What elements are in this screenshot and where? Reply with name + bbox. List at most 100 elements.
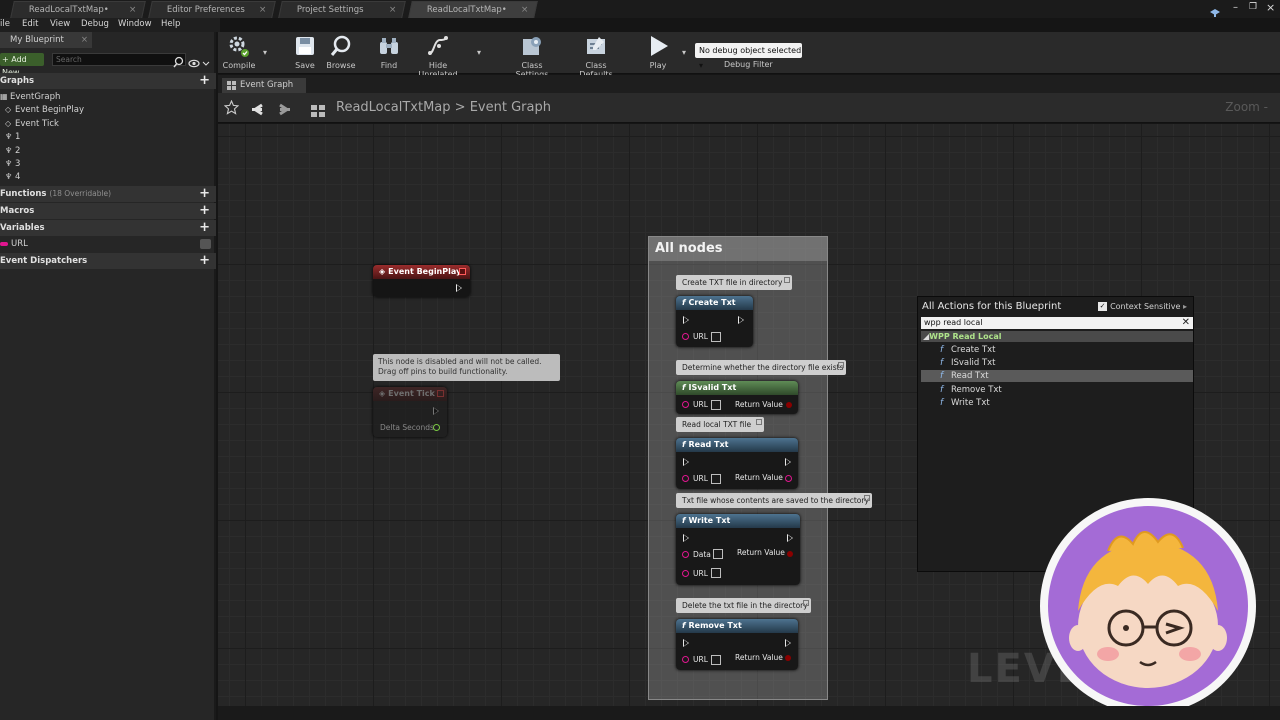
checkbox-checked-icon[interactable]: ✓ <box>1098 302 1108 311</box>
bool-output-pin[interactable] <box>785 655 791 661</box>
eye-icon[interactable] <box>188 54 210 68</box>
bool-output-pin[interactable] <box>787 551 793 557</box>
url-value-field[interactable] <box>711 655 721 665</box>
play-button[interactable]: Play <box>642 34 674 70</box>
functions-section-header[interactable]: Functions (18 Overridable) + <box>0 186 216 202</box>
read-txt-node[interactable]: f Read Txt URL Return Value <box>676 438 798 489</box>
url-value-field[interactable] <box>711 474 721 484</box>
url-input-pin[interactable] <box>682 333 689 340</box>
compile-button[interactable]: Compile <box>222 34 256 70</box>
back-arrow-icon[interactable] <box>251 101 263 116</box>
tree-item-comment-2[interactable]: ♆ 2 <box>5 146 20 156</box>
menu-view[interactable]: View <box>50 19 70 29</box>
string-output-pin[interactable] <box>785 475 792 482</box>
my-blueprint-tab[interactable]: My Blueprint × <box>0 32 92 48</box>
menu-debug[interactable]: Debug <box>81 19 109 29</box>
maximize-icon[interactable]: ❐ <box>1249 2 1257 12</box>
tree-item-begin-play[interactable]: ◇ Event BeginPlay <box>5 105 84 115</box>
url-value-field[interactable] <box>711 400 721 410</box>
tree-item-eventgraph[interactable]: ▦ EventGraph <box>0 92 60 102</box>
context-sensitive-toggle[interactable]: ✓ Context Sensitive ▸ <box>1098 302 1187 311</box>
search-input[interactable]: Search <box>52 53 186 66</box>
add-graph-icon[interactable]: + <box>199 73 210 89</box>
action-isvalid-txt[interactable]: f ISvalid Txt <box>921 357 1193 369</box>
clear-search-icon[interactable]: ✕ <box>1182 317 1190 328</box>
action-create-txt[interactable]: f Create Txt <box>921 344 1193 356</box>
menu-window[interactable]: Window <box>118 19 152 29</box>
exec-input-pin[interactable] <box>683 316 689 324</box>
play-options-chevron-icon[interactable]: ▾ <box>682 48 686 57</box>
category-wpp-read-local[interactable]: ◢WPP Read Local <box>921 331 1193 342</box>
action-write-txt[interactable]: f Write Txt <box>921 397 1193 409</box>
exec-output-pin[interactable] <box>738 316 744 324</box>
actions-search-input[interactable]: wpp read local ✕ <box>921 317 1193 329</box>
all-nodes-comment-box[interactable]: All nodes Create TXT file in directory f… <box>648 236 872 700</box>
close-icon[interactable]: × <box>129 2 137 18</box>
add-new-button[interactable]: + Add New <box>0 53 44 77</box>
variables-section-header[interactable]: Variables + <box>0 220 216 236</box>
exec-output-pin[interactable] <box>785 639 791 647</box>
exec-output-pin[interactable] <box>456 284 462 292</box>
bool-output-pin[interactable] <box>786 402 792 408</box>
add-variable-icon[interactable]: + <box>199 220 210 236</box>
graphs-section-header[interactable]: Graphs + <box>0 73 216 89</box>
isvalid-txt-node[interactable]: f ISvalid Txt URL Return Value <box>676 381 798 414</box>
menu-help[interactable]: Help <box>161 19 180 29</box>
exec-input-pin[interactable] <box>683 639 689 647</box>
delegate-pin-icon[interactable] <box>459 268 466 275</box>
remove-txt-node[interactable]: f Remove Txt URL Return Value <box>676 619 798 670</box>
data-input-pin[interactable] <box>682 551 689 558</box>
doc-tab-readlocaltxtmap-active[interactable]: ReadLocalTxtMap• × <box>408 1 538 18</box>
url-input-pin[interactable] <box>682 656 689 663</box>
save-button[interactable]: Save <box>292 34 318 70</box>
eye-toggle-icon[interactable] <box>200 239 211 249</box>
breadcrumb-root[interactable]: ReadLocalTxtMap <box>336 100 451 115</box>
url-value-field[interactable] <box>711 568 721 578</box>
tree-item-comment-1[interactable]: ♆ 1 <box>5 132 20 142</box>
close-icon[interactable]: × <box>259 2 267 18</box>
doc-tab-editor-preferences[interactable]: Editor Preferences × <box>148 1 276 18</box>
create-txt-node[interactable]: f Create Txt URL <box>676 296 753 347</box>
favorite-star-icon[interactable] <box>223 99 240 115</box>
tree-item-comment-4[interactable]: ♆ 4 <box>5 172 20 182</box>
tree-item-comment-3[interactable]: ♆ 3 <box>5 159 20 169</box>
float-pin[interactable] <box>433 424 440 431</box>
comment-title[interactable]: All nodes <box>649 237 827 261</box>
close-icon[interactable]: × <box>521 2 529 18</box>
compile-options-chevron-icon[interactable]: ▾ <box>263 48 267 57</box>
forward-arrow-icon[interactable] <box>279 101 291 116</box>
close-window-icon[interactable]: × <box>1266 1 1275 14</box>
data-value-field[interactable] <box>713 549 723 559</box>
add-macro-icon[interactable]: + <box>199 203 210 219</box>
exec-output-pin[interactable] <box>787 534 793 542</box>
event-beginplay-node[interactable]: ◈ Event BeginPlay <box>373 265 470 297</box>
class-defaults-button[interactable]: Class Defaults <box>568 34 624 79</box>
action-read-txt[interactable]: f Read Txt <box>921 370 1193 382</box>
dispatchers-section-header[interactable]: Event Dispatchers + <box>0 253 216 269</box>
variable-url[interactable]: URL <box>0 239 28 249</box>
action-remove-txt[interactable]: f Remove Txt <box>921 384 1193 396</box>
hide-unrelated-chevron-icon[interactable]: ▾ <box>477 48 481 57</box>
tree-item-event-tick[interactable]: ◇ Event Tick <box>5 119 59 129</box>
write-txt-node[interactable]: f Write Txt Data Return Value URL <box>676 514 800 585</box>
event-tick-node[interactable]: ◈ Event Tick Delta Seconds <box>373 387 447 437</box>
url-value-field[interactable] <box>711 332 721 342</box>
url-input-pin[interactable] <box>682 570 689 577</box>
doc-tab-readlocaltxtmap[interactable]: ReadLocalTxtMap• × <box>10 1 146 18</box>
add-function-icon[interactable]: + <box>199 186 210 202</box>
search-icon[interactable] <box>173 53 185 68</box>
class-settings-button[interactable]: Class Settings <box>504 34 560 79</box>
debug-object-select[interactable]: No debug object selected ▾ <box>695 43 802 70</box>
hide-unrelated-button[interactable]: Hide Unrelated <box>410 34 466 79</box>
tab-event-graph[interactable]: Event Graph <box>222 78 306 93</box>
exec-output-pin[interactable] <box>433 407 439 415</box>
delegate-pin-icon[interactable] <box>437 390 444 397</box>
doc-tab-project-settings[interactable]: Project Settings × <box>278 1 406 18</box>
url-input-pin[interactable] <box>682 475 689 482</box>
close-icon[interactable]: × <box>389 2 397 18</box>
exec-output-pin[interactable] <box>785 458 791 466</box>
menu-file[interactable]: ile <box>0 19 10 29</box>
add-dispatcher-icon[interactable]: + <box>199 253 210 269</box>
macros-section-header[interactable]: Macros + <box>0 203 216 219</box>
exec-input-pin[interactable] <box>683 458 689 466</box>
